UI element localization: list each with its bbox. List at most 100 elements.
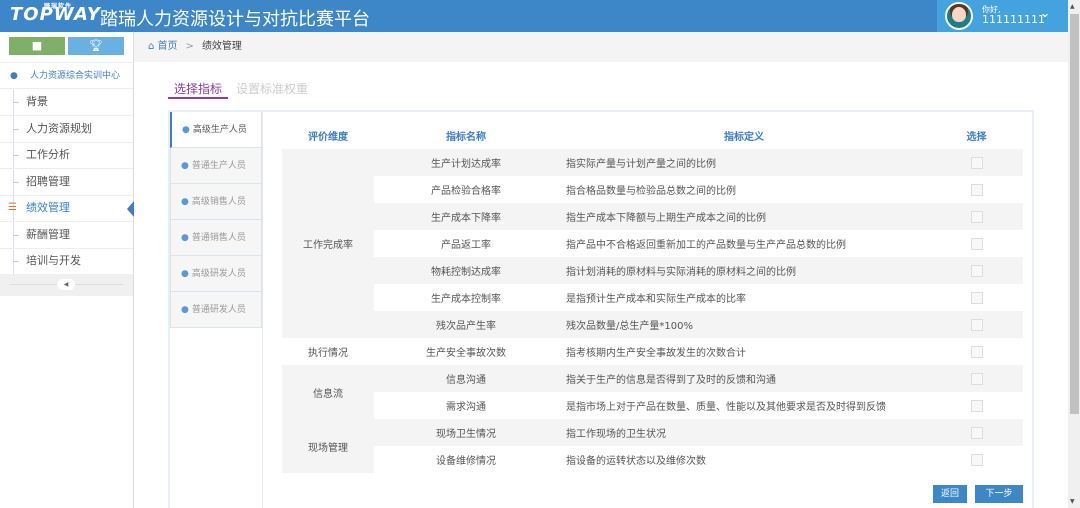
table-row: 产品返工率 指产品中不合格返回重新加工的产品数量与生产产品总数的比例 (282, 230, 1023, 257)
select-checkbox[interactable] (970, 345, 983, 358)
sidebar-item[interactable]: 工作分析 (0, 142, 133, 169)
person-icon: ■ (31, 39, 43, 52)
select-checkbox[interactable] (970, 237, 983, 250)
sidebar-item[interactable]: 人力资源规划 (0, 116, 133, 143)
indicator-definition: 指生产成本下降额与上期生产成本之间的比例 (558, 203, 930, 230)
sidebar-item[interactable]: 背景 (0, 89, 133, 116)
indicator-name: 产品返工率 (441, 240, 491, 251)
chevron-right-icon: > (185, 41, 194, 52)
role-tab-label: 普通销售人员 (191, 233, 246, 243)
logo-subtext: 踏瑞软件 (44, 3, 73, 10)
indicator-definition: 是指市场上对于产品在数量、质量、性能以及其他要求是否及时得到反馈 (566, 402, 886, 413)
dimension-cell: 执行情况 (282, 338, 374, 365)
role-tab[interactable]: ● 普通销售人员 (170, 220, 262, 256)
person-icon: ● (181, 269, 189, 279)
table-row: 生产成本下降率 指生产成本下降额与上期生产成本之间的比例 (282, 203, 1023, 230)
scrollbar-thumb[interactable] (1070, 14, 1079, 414)
next-button[interactable]: 下一步 (975, 485, 1023, 503)
username: 111111111 (982, 13, 1045, 26)
indicator-definition: 指实际产量与计划产量之间的比例 (558, 149, 930, 176)
col-definition: 指标定义 (724, 132, 764, 143)
indicator-name: 生产计划达成率 (374, 149, 558, 176)
collapse-left-icon[interactable]: ◀ (57, 279, 75, 290)
sidebar-item[interactable]: 招聘管理 (0, 169, 133, 196)
select-cell (930, 176, 1023, 203)
dimension-cell: 信息流 (282, 365, 374, 419)
scroll-up-icon[interactable]: ▲ (1070, 3, 1075, 10)
trophy-button[interactable]: 🏆︎ (68, 37, 124, 55)
select-cell (930, 284, 1023, 311)
select-checkbox[interactable] (970, 426, 983, 439)
back-button[interactable]: 返回 (933, 485, 967, 503)
role-tab[interactable]: ● 高级销售人员 (170, 184, 262, 220)
select-cell (930, 338, 1023, 365)
role-tab[interactable]: ● 普通生产人员 (170, 148, 262, 184)
chevron-down-icon[interactable]: ⌄ (1040, 6, 1050, 20)
tab-set-weights[interactable]: 设置标准权重 (230, 80, 314, 99)
table-row: 产品检验合格率 指合格品数量与检验品总数之间的比例 (282, 176, 1023, 203)
indicator-definition: 指设备的运转状态以及维修次数 (566, 456, 706, 467)
select-checkbox[interactable] (970, 264, 983, 277)
select-checkbox[interactable] (970, 372, 983, 385)
home-icon: ⌂ (148, 41, 155, 52)
select-checkbox[interactable] (970, 291, 983, 304)
indicator-name: 需求沟通 (446, 402, 486, 413)
table-row: 执行情况 生产安全事故次数 指考核期内生产安全事故发生的次数合计 (282, 338, 1023, 365)
top-header: 踏瑞软件 TOPWAY 踏瑞人力资源设计与对抗比赛平台 (0, 0, 1068, 32)
select-cell (930, 419, 1023, 446)
user-center-button[interactable]: ■ (9, 37, 65, 55)
person-icon: ● (10, 71, 18, 81)
role-tab-label: 高级研发人员 (191, 269, 246, 279)
role-tab[interactable]: ● 高级生产人员 (170, 112, 262, 148)
indicator-definition: 指产品中不合格返回重新加工的产品数量与生产产品总数的比例 (566, 240, 846, 251)
sidebar-item-label: 培训与开发 (26, 254, 81, 267)
sidebar-item[interactable]: 薪酬管理 (0, 222, 133, 249)
role-tab[interactable]: ● 高级研发人员 (170, 256, 262, 292)
indicator-definition: 指工作现场的卫生状况 (558, 419, 930, 446)
user-menu[interactable]: 你好, 111111111 ⌄ (937, 0, 1068, 32)
indicator-definition: 指计划消耗的原材料与实际消耗的原材料之间的比例 (558, 257, 930, 284)
select-checkbox[interactable] (970, 399, 983, 412)
indicator-name: 残次品产生率 (374, 311, 558, 338)
select-checkbox[interactable] (970, 453, 983, 466)
role-tab[interactable]: ● 普通研发人员 (170, 292, 262, 328)
breadcrumb-home[interactable]: ⌂ 首页 (148, 41, 178, 52)
sidebar-collapse[interactable]: ◀ (0, 274, 133, 296)
scroll-down-icon[interactable]: ▼ (1070, 498, 1075, 505)
table-row: 生产成本控制率 是指预计生产成本和实际生产成本的比率 (282, 284, 1023, 311)
sidebar-item[interactable]: 培训与开发 (0, 248, 133, 275)
sidebar-item[interactable]: ☰ 绩效管理 (0, 195, 134, 222)
role-tab-label: 普通研发人员 (191, 305, 246, 315)
tab-select-indicators[interactable]: 选择指标 (168, 80, 229, 99)
list-icon: ☰ (8, 202, 17, 213)
role-tab-label: 普通生产人员 (191, 161, 246, 171)
select-checkbox[interactable] (970, 183, 983, 196)
select-cell (930, 230, 1023, 257)
select-cell (930, 446, 1023, 473)
indicator-definition: 残次品数量/总生产量*100% (558, 311, 930, 338)
sidebar: ■ 🏆︎ ● 人力资源综合实训中心 背景人力资源规划 工作分析招聘管理 ☰ 绩效管理薪酬… (0, 32, 134, 508)
home-link[interactable]: 首页 (158, 41, 178, 52)
person-icon: ● (181, 161, 189, 171)
select-cell (930, 311, 1023, 338)
select-checkbox[interactable] (970, 210, 983, 223)
sidebar-item-label: 背景 (26, 95, 48, 108)
select-checkbox[interactable] (970, 156, 983, 169)
indicator-name: 设备维修情况 (436, 456, 496, 467)
person-icon: ● (181, 305, 189, 315)
select-checkbox[interactable] (970, 318, 983, 331)
sidebar-heading[interactable]: ● 人力资源综合实训中心 (0, 62, 133, 89)
indicator-name: 生产成本下降率 (374, 203, 558, 230)
sidebar-item-label: 绩效管理 (26, 201, 70, 214)
select-cell (930, 203, 1023, 230)
breadcrumb-current: 绩效管理 (201, 41, 242, 52)
indicator-name: 生产安全事故次数 (426, 348, 506, 359)
select-cell (930, 149, 1023, 176)
col-select: 选择 (966, 132, 987, 143)
breadcrumb: ⌂ 首页 > 绩效管理 (134, 32, 1068, 62)
indicator-definition: 指考核期内生产安全事故发生的次数合计 (566, 348, 746, 359)
table-row: 信息流 信息沟通 指关于生产的信息是否得到了及时的反馈和沟通 (282, 365, 1023, 419)
sidebar-item-label: 招聘管理 (26, 174, 70, 188)
table-row: 现场管理 现场卫生情况 指工作现场的卫生状况 (282, 419, 1023, 473)
indicator-name: 生产成本控制率 (431, 294, 501, 305)
